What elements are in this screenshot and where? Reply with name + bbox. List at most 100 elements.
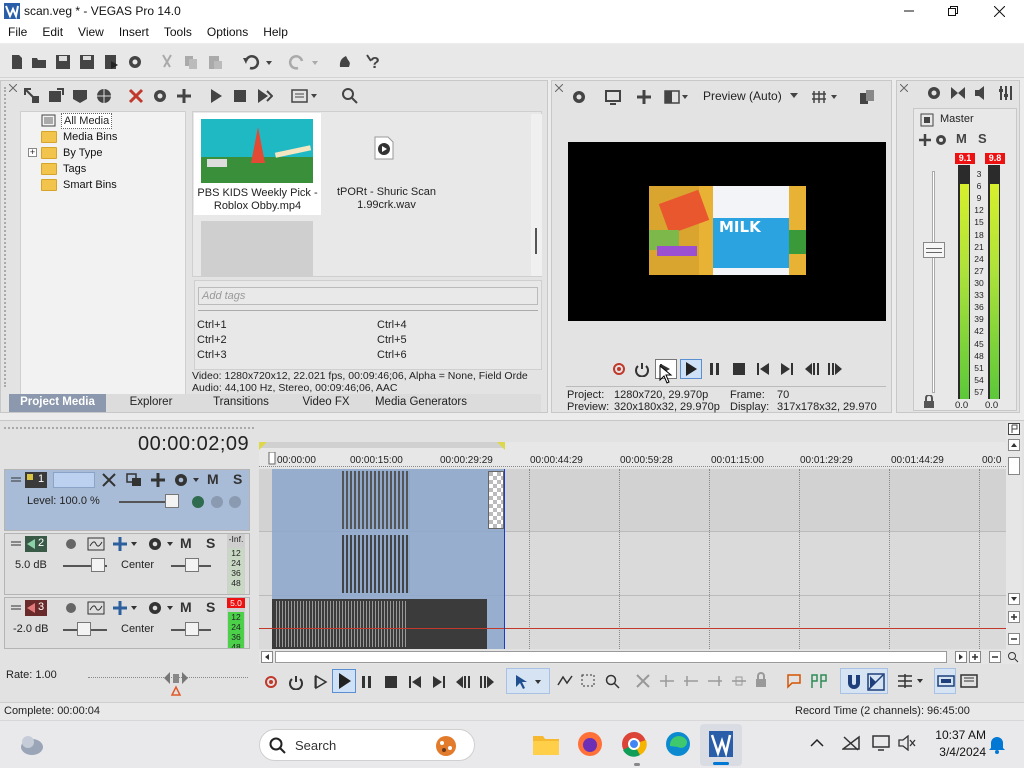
insert-marker-icon[interactable] [786,673,804,689]
envelope-tool-icon[interactable] [556,673,574,689]
capture-video-icon[interactable] [47,87,65,105]
delete-icon[interactable] [634,673,652,689]
minimize-button[interactable] [886,0,932,22]
copy-icon[interactable] [182,53,200,71]
panel-grip[interactable] [4,87,10,387]
track-lanes[interactable] [259,469,1006,649]
ignore-grouping-icon[interactable] [960,673,978,689]
compositing-icon[interactable] [125,472,143,488]
get-media-icon[interactable] [71,87,89,105]
speaker-icon[interactable] [973,84,991,102]
menu-options[interactable]: Options [199,22,255,43]
paste-icon[interactable] [206,53,224,71]
play-from-start-icon[interactable] [312,674,328,690]
insert-region-icon[interactable] [810,673,828,689]
go-to-start-icon[interactable] [756,362,770,376]
track-name-field[interactable] [53,472,95,488]
track-fx-icon[interactable] [111,536,139,552]
media-item-name[interactable]: tPORt - Shuric Scan [323,186,450,198]
timeline-vertical-scrollbar[interactable] [1006,421,1022,663]
invert-phase-icon[interactable] [87,601,105,615]
go-to-start-icon[interactable] [408,675,422,689]
menu-tools[interactable]: Tools [156,22,199,43]
video-fx-icon[interactable] [635,88,653,106]
previous-frame-icon[interactable] [804,362,820,376]
collapse-track-icon[interactable] [11,602,21,612]
tab-media-generators[interactable]: Media Generators [366,394,476,412]
zoom-tool-icon[interactable] [604,673,622,689]
close-button[interactable] [976,0,1022,22]
copy-snapshot-icon[interactable] [858,88,876,106]
pause-icon[interactable] [708,362,722,376]
split-icon[interactable] [730,673,748,689]
firefox-icon[interactable] [577,731,603,757]
pan-slider-handle[interactable] [185,558,199,572]
master-solo-button[interactable]: S [978,131,987,146]
scroll-right-icon[interactable] [955,651,967,663]
trim-start-icon[interactable] [682,673,700,689]
chevron-down-icon[interactable] [790,91,798,99]
next-frame-icon[interactable] [479,675,495,689]
web-globe-icon[interactable] [95,87,113,105]
zoom-in-time-icon[interactable] [969,651,981,663]
level-slider-handle[interactable] [165,494,179,508]
media-item-video[interactable]: PBS KIDS Weekly Pick - Roblox Obby.mp4 [194,113,321,215]
search-icon[interactable] [341,87,359,105]
tree-tags[interactable]: Tags [41,162,181,178]
snapping-toggles[interactable] [840,668,888,694]
timeline-horizontal-scrollbar[interactable] [259,650,1022,664]
menu-edit[interactable]: Edit [34,22,70,43]
external-monitor-icon[interactable] [604,88,622,106]
pan-slider-handle[interactable] [185,622,199,636]
play-button[interactable] [332,669,356,693]
taskbar-clock-time[interactable]: 10:37 AM [924,728,986,742]
record-icon[interactable] [612,362,626,376]
track-settings-gear-icon[interactable] [147,536,175,552]
remove-media-icon[interactable] [127,87,145,105]
play-media-icon[interactable] [207,87,225,105]
timeline-grip[interactable] [4,427,254,429]
scroll-left-icon[interactable] [261,651,273,663]
zoom-in-track-icon[interactable] [1008,611,1020,623]
video-event-end[interactable] [488,471,504,529]
save-icon[interactable] [54,53,72,71]
lock-icon[interactable] [754,672,768,688]
media-list-scrollbar[interactable] [531,114,542,276]
volume-muted-icon[interactable] [898,735,916,751]
auto-ripple-icon[interactable] [867,673,885,691]
volume-slider-handle[interactable] [91,558,105,572]
loop-playback-icon[interactable] [634,361,650,377]
mixer-properties-gear-icon[interactable] [925,84,943,102]
record-icon[interactable] [264,675,278,689]
menu-view[interactable]: View [70,22,111,43]
lock-icon[interactable] [923,395,935,409]
volume-slider-handle[interactable] [77,622,91,636]
loop-region-bar[interactable] [259,442,505,448]
scroll-thumb[interactable] [1008,457,1020,475]
track-solo-button[interactable]: S [206,535,215,551]
menu-insert[interactable]: Insert [111,22,156,43]
display-icon[interactable] [872,735,890,751]
redo-icon[interactable] [288,53,306,71]
previous-frame-icon[interactable] [455,675,471,689]
taskbar-search-box[interactable]: Search [259,729,475,761]
go-to-end-icon[interactable] [780,362,794,376]
pause-icon[interactable] [360,675,374,689]
track-fx-icon[interactable] [149,472,167,488]
stop-icon[interactable] [384,675,398,689]
stop-media-icon[interactable] [231,87,249,105]
track-solo-button[interactable]: S [206,599,215,615]
media-properties-gear-icon[interactable] [151,87,169,105]
insert-bus-icon[interactable] [949,84,967,102]
preview-quality-dropdown[interactable]: Preview (Auto) [703,89,782,103]
menu-help[interactable]: Help [255,22,295,43]
audio-event-clip[interactable] [342,535,410,593]
loop-end-marker-icon[interactable] [497,442,505,450]
zoom-out-time-icon[interactable] [989,651,1001,663]
notification-bell-icon[interactable] [988,734,1006,754]
network-disconnected-icon[interactable] [842,735,860,751]
chrome-icon[interactable] [621,731,647,757]
import-media-icon[interactable] [23,87,41,105]
preview-properties-gear-icon[interactable] [570,88,588,106]
trim-icon[interactable] [658,673,676,689]
